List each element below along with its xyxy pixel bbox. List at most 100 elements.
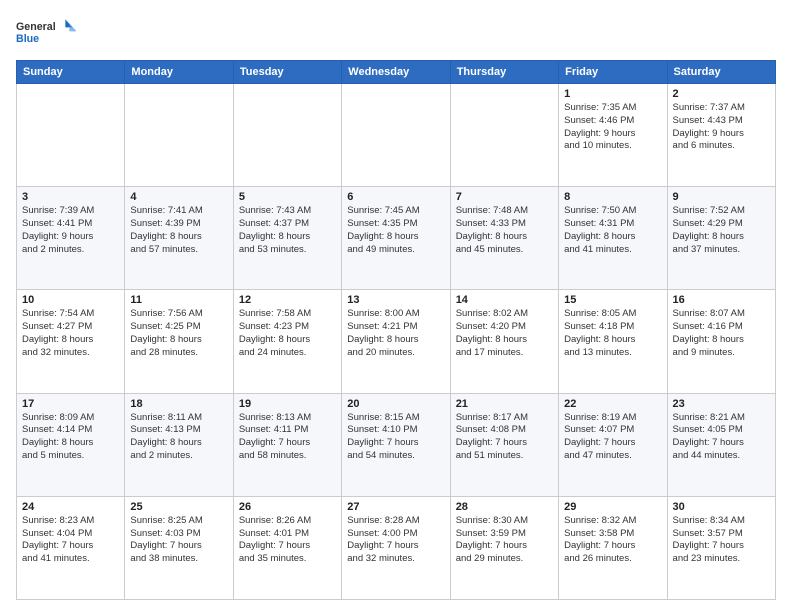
calendar-cell-27: 27 Sunrise: 8:28 AM Sunset: 4:00 PM Dayli… — [342, 496, 450, 599]
calendar-table: SundayMondayTuesdayWednesdayThursdayFrid… — [16, 60, 776, 600]
page-header: General Blue — [16, 12, 776, 52]
day-info: Sunrise: 7:39 AM Sunset: 4:41 PM Dayligh… — [22, 205, 119, 256]
day-info: Sunrise: 7:35 AM Sunset: 4:46 PM Dayligh… — [564, 102, 661, 153]
weekday-header-friday: Friday — [559, 61, 667, 84]
day-info: Sunrise: 8:28 AM Sunset: 4:00 PM Dayligh… — [347, 515, 444, 566]
day-info: Sunrise: 7:45 AM Sunset: 4:35 PM Dayligh… — [347, 205, 444, 256]
calendar-cell-29: 29 Sunrise: 8:32 AM Sunset: 3:58 PM Dayli… — [559, 496, 667, 599]
day-number: 16 — [673, 294, 770, 306]
day-info: Sunrise: 8:11 AM Sunset: 4:13 PM Dayligh… — [130, 412, 227, 463]
calendar-cell-14: 14 Sunrise: 8:02 AM Sunset: 4:20 PM Dayli… — [450, 290, 558, 393]
weekday-header-sunday: Sunday — [17, 61, 125, 84]
day-number: 7 — [456, 191, 553, 203]
calendar-week-4: 17Sunrise: 8:09 AM Sunset: 4:14 PM Dayli… — [17, 393, 776, 496]
day-number: 11 — [130, 294, 227, 306]
day-info: Sunrise: 8:13 AM Sunset: 4:11 PM Dayligh… — [239, 412, 336, 463]
weekday-header-saturday: Saturday — [667, 61, 775, 84]
day-number: 19 — [239, 398, 336, 410]
weekday-header-monday: Monday — [125, 61, 233, 84]
day-number: 3 — [22, 191, 119, 203]
calendar-cell-30: 30 Sunrise: 8:34 AM Sunset: 3:57 PM Dayli… — [667, 496, 775, 599]
day-number: 21 — [456, 398, 553, 410]
calendar-cell-6: 6Sunrise: 7:45 AM Sunset: 4:35 PM Daylig… — [342, 187, 450, 290]
day-number: 29 — [564, 501, 661, 513]
day-number: 22 — [564, 398, 661, 410]
day-info: Sunrise: 8:23 AM Sunset: 4:04 PM Dayligh… — [22, 515, 119, 566]
calendar-cell-23: 23Sunrise: 8:21 AM Sunset: 4:05 PM Dayli… — [667, 393, 775, 496]
day-info: Sunrise: 8:26 AM Sunset: 4:01 PM Dayligh… — [239, 515, 336, 566]
weekday-header-wednesday: Wednesday — [342, 61, 450, 84]
calendar-cell-3: 3 Sunrise: 7:39 AM Sunset: 4:41 PM Daylig… — [17, 187, 125, 290]
day-info: Sunrise: 7:58 AM Sunset: 4:23 PM Dayligh… — [239, 308, 336, 359]
calendar-cell-18: 18 Sunrise: 8:11 AM Sunset: 4:13 PM Dayli… — [125, 393, 233, 496]
day-number: 15 — [564, 294, 661, 306]
empty-cell — [342, 84, 450, 187]
calendar-cell-5: 5 Sunrise: 7:43 AM Sunset: 4:37 PM Daylig… — [233, 187, 341, 290]
day-info: Sunrise: 8:34 AM Sunset: 3:57 PM Dayligh… — [673, 515, 770, 566]
day-number: 26 — [239, 501, 336, 513]
weekday-header-tuesday: Tuesday — [233, 61, 341, 84]
calendar-cell-24: 24 Sunrise: 8:23 AM Sunset: 4:04 PM Dayli… — [17, 496, 125, 599]
day-number: 5 — [239, 191, 336, 203]
day-info: Sunrise: 8:07 AM Sunset: 4:16 PM Dayligh… — [673, 308, 770, 359]
day-number: 28 — [456, 501, 553, 513]
day-info: Sunrise: 8:05 AM Sunset: 4:18 PM Dayligh… — [564, 308, 661, 359]
calendar-cell-22: 22 Sunrise: 8:19 AM Sunset: 4:07 PM Dayli… — [559, 393, 667, 496]
day-number: 25 — [130, 501, 227, 513]
calendar-cell-7: 7 Sunrise: 7:48 AM Sunset: 4:33 PM Daylig… — [450, 187, 558, 290]
day-info: Sunrise: 7:43 AM Sunset: 4:37 PM Dayligh… — [239, 205, 336, 256]
calendar-cell-13: 13 Sunrise: 8:00 AM Sunset: 4:21 PM Dayli… — [342, 290, 450, 393]
day-number: 20 — [347, 398, 444, 410]
day-number: 14 — [456, 294, 553, 306]
day-info: Sunrise: 8:00 AM Sunset: 4:21 PM Dayligh… — [347, 308, 444, 359]
calendar-cell-20: 20 Sunrise: 8:15 AM Sunset: 4:10 PM Dayli… — [342, 393, 450, 496]
day-number: 23 — [673, 398, 770, 410]
day-number: 30 — [673, 501, 770, 513]
day-info: Sunrise: 7:54 AM Sunset: 4:27 PM Dayligh… — [22, 308, 119, 359]
calendar-cell-1: 1 Sunrise: 7:35 AM Sunset: 4:46 PM Daylig… — [559, 84, 667, 187]
logo: General Blue — [16, 12, 76, 52]
day-number: 8 — [564, 191, 661, 203]
day-number: 9 — [673, 191, 770, 203]
empty-cell — [233, 84, 341, 187]
calendar-cell-19: 19 Sunrise: 8:13 AM Sunset: 4:11 PM Dayli… — [233, 393, 341, 496]
calendar-cell-15: 15 Sunrise: 8:05 AM Sunset: 4:18 PM Dayli… — [559, 290, 667, 393]
calendar-cell-2: 2 Sunrise: 7:37 AM Sunset: 4:43 PM Daylig… — [667, 84, 775, 187]
calendar-cell-21: 21 Sunrise: 8:17 AM Sunset: 4:08 PM Dayli… — [450, 393, 558, 496]
calendar-week-5: 24 Sunrise: 8:23 AM Sunset: 4:04 PM Dayli… — [17, 496, 776, 599]
calendar-cell-9: 9Sunrise: 7:52 AM Sunset: 4:29 PM Daylig… — [667, 187, 775, 290]
day-number: 10 — [22, 294, 119, 306]
calendar-week-1: 1 Sunrise: 7:35 AM Sunset: 4:46 PM Daylig… — [17, 84, 776, 187]
weekday-header-thursday: Thursday — [450, 61, 558, 84]
day-number: 24 — [22, 501, 119, 513]
empty-cell — [450, 84, 558, 187]
calendar-week-3: 10 Sunrise: 7:54 AM Sunset: 4:27 PM Dayli… — [17, 290, 776, 393]
calendar-cell-8: 8 Sunrise: 7:50 AM Sunset: 4:31 PM Daylig… — [559, 187, 667, 290]
logo-svg: General Blue — [16, 12, 76, 52]
svg-text:Blue: Blue — [16, 33, 39, 45]
weekday-header-row: SundayMondayTuesdayWednesdayThursdayFrid… — [17, 61, 776, 84]
calendar-cell-11: 11Sunrise: 7:56 AM Sunset: 4:25 PM Dayli… — [125, 290, 233, 393]
calendar-cell-10: 10 Sunrise: 7:54 AM Sunset: 4:27 PM Dayli… — [17, 290, 125, 393]
day-number: 18 — [130, 398, 227, 410]
day-info: Sunrise: 7:50 AM Sunset: 4:31 PM Dayligh… — [564, 205, 661, 256]
day-number: 13 — [347, 294, 444, 306]
day-info: Sunrise: 8:32 AM Sunset: 3:58 PM Dayligh… — [564, 515, 661, 566]
day-number: 1 — [564, 88, 661, 100]
day-info: Sunrise: 7:48 AM Sunset: 4:33 PM Dayligh… — [456, 205, 553, 256]
day-info: Sunrise: 7:41 AM Sunset: 4:39 PM Dayligh… — [130, 205, 227, 256]
day-number: 2 — [673, 88, 770, 100]
calendar-cell-16: 16 Sunrise: 8:07 AM Sunset: 4:16 PM Dayli… — [667, 290, 775, 393]
empty-cell — [17, 84, 125, 187]
day-number: 12 — [239, 294, 336, 306]
day-info: Sunrise: 8:17 AM Sunset: 4:08 PM Dayligh… — [456, 412, 553, 463]
empty-cell — [125, 84, 233, 187]
calendar-cell-28: 28Sunrise: 8:30 AM Sunset: 3:59 PM Dayli… — [450, 496, 558, 599]
day-info: Sunrise: 8:19 AM Sunset: 4:07 PM Dayligh… — [564, 412, 661, 463]
day-info: Sunrise: 7:37 AM Sunset: 4:43 PM Dayligh… — [673, 102, 770, 153]
day-info: Sunrise: 8:15 AM Sunset: 4:10 PM Dayligh… — [347, 412, 444, 463]
calendar-week-2: 3 Sunrise: 7:39 AM Sunset: 4:41 PM Daylig… — [17, 187, 776, 290]
day-info: Sunrise: 8:02 AM Sunset: 4:20 PM Dayligh… — [456, 308, 553, 359]
calendar-cell-25: 25Sunrise: 8:25 AM Sunset: 4:03 PM Dayli… — [125, 496, 233, 599]
day-number: 27 — [347, 501, 444, 513]
